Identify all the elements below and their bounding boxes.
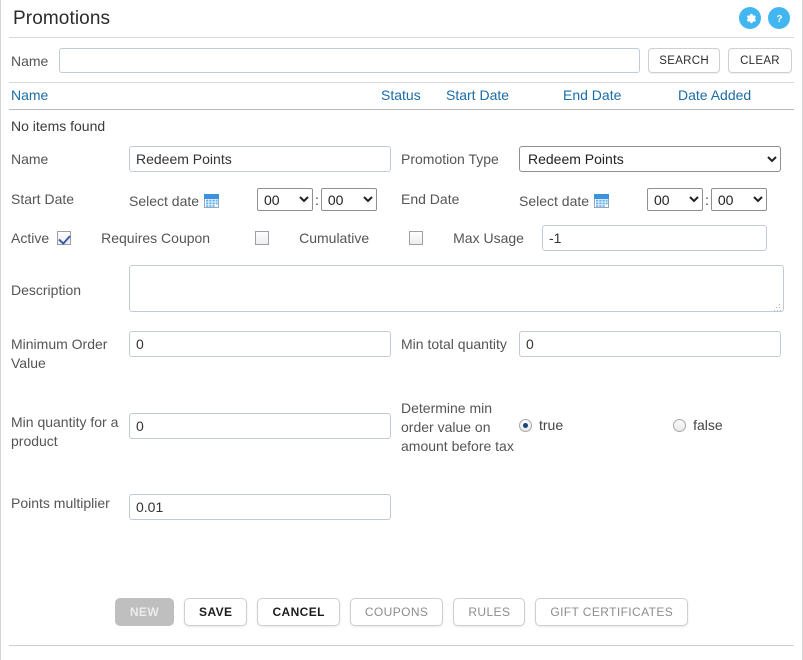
min-total-quantity-field-cell [519,331,785,357]
form-row-min-quantity: Min quantity for a product Determine min… [11,395,792,456]
search-label: Name [11,52,49,69]
promotion-type-field-cell: Redeem Points [519,146,785,172]
min-quantity-for-product-label: Min quantity for a product [11,414,119,449]
determine-min-order-before-tax-radio-group: true false [519,395,785,433]
end-date-picker[interactable]: Select date [519,186,647,211]
active-checkbox[interactable] [57,231,72,245]
requires-coupon-checkbox[interactable] [255,231,270,245]
min-total-quantity-input[interactable] [519,331,781,357]
calendar-icon[interactable] [204,193,220,208]
minimum-order-value-field-cell [129,331,401,357]
radio-false[interactable] [673,418,687,432]
start-time-group: 00 : 00 [257,186,377,211]
form-row-flags: Active Requires Coupon Cumulative Max Us… [11,225,792,251]
question-mark-icon[interactable]: ? [768,7,790,29]
form-row-points-multiplier: Points multiplier [11,480,792,520]
column-header-status[interactable]: Status [381,87,446,103]
promotion-type-select[interactable]: Redeem Points [519,146,781,172]
end-minute-select[interactable]: 00 [710,188,767,211]
form-row-name: Name Promotion Type Redeem Points [11,146,792,172]
gear-icon[interactable] [739,7,761,29]
end-date-label: End Date [401,191,460,207]
points-multiplier-label: Points multiplier [11,495,110,511]
column-header-date-added[interactable]: Date Added [678,87,788,103]
page-title: Promotions [13,7,111,29]
name-field-cell [129,146,401,172]
start-minute-select[interactable]: 00 [320,188,377,211]
form-row-min-order: Minimum Order Value Min total quantity [11,331,792,373]
points-multiplier-field-cell [129,480,401,520]
column-header-start-date[interactable]: Start Date [446,87,563,103]
coupons-button[interactable]: COUPONS [349,598,444,626]
active-label: Active [11,230,50,246]
page-header: Promotions ? [1,0,802,37]
min-quantity-for-product-input[interactable] [129,413,391,439]
save-button[interactable]: SAVE [184,598,248,626]
start-hour-select[interactable]: 00 [257,188,313,211]
search-input[interactable] [59,48,641,73]
gift-certificates-button[interactable]: GIFT CERTIFICATES [535,598,689,626]
column-header-end-date[interactable]: End Date [563,87,678,103]
name-label: Name [11,151,49,167]
form-row-description: Description [11,265,792,315]
max-usage-input[interactable] [541,225,767,251]
end-time-group: 00 : 00 [647,186,767,211]
requires-coupon-label: Requires Coupon [101,230,211,246]
determine-min-order-before-tax-label: Determine min order value on amount befo… [401,400,514,454]
start-date-picker[interactable]: Select date [129,186,257,211]
name-input[interactable] [129,146,391,172]
min-total-quantity-label: Min total quantity [401,336,507,352]
min-quantity-for-product-field-cell [129,395,401,439]
footer-divider [9,645,794,646]
start-date-label: Start Date [11,191,75,207]
end-date-field-cell: Select date 00: 00 [519,186,785,211]
rules-button[interactable]: RULES [453,598,526,626]
radio-true[interactable] [519,418,532,432]
max-usage-label: Max Usage [453,230,524,246]
description-textarea[interactable] [129,265,784,312]
column-header-name[interactable]: Name [11,87,381,103]
minimum-order-value-label: Minimum Order Value [11,336,108,371]
cumulative-label: Cumulative [299,230,370,246]
results-table-header: Name Status Start Date End Date Date Add… [1,83,802,109]
promotion-form: Name Promotion Type Redeem Points Start … [1,140,802,520]
clear-button[interactable]: CLEAR [728,48,792,73]
form-row-dates: Start Date Select date 00: 00 End Date … [11,186,792,211]
empty-results-message: No items found [11,118,106,134]
new-button[interactable]: NEW [114,598,175,626]
start-time-separator: : [315,191,319,208]
promotions-page: Promotions ? Name SEARCH CLEAR Name Stat… [0,0,803,660]
form-action-bar: NEW SAVE CANCEL COUPONS RULES GIFT CERTI… [1,598,802,626]
end-date-picker-text: Select date [519,192,590,209]
description-label: Description [11,282,82,298]
points-multiplier-input[interactable] [129,494,391,520]
header-icon-group: ? [739,7,790,29]
end-hour-select[interactable]: 00 [647,188,703,211]
search-bar: Name SEARCH CLEAR [1,38,802,82]
svg-text:?: ? [776,14,782,25]
promotion-type-label: Promotion Type [401,151,499,167]
start-date-picker-text: Select date [129,192,200,209]
search-button[interactable]: SEARCH [648,48,720,73]
calendar-icon[interactable] [594,193,610,208]
minimum-order-value-input[interactable] [129,331,391,357]
end-time-separator: : [705,191,709,208]
radio-false-label: false [693,417,723,433]
radio-true-label: true [539,417,564,433]
start-date-field-cell: Select date 00: 00 [129,186,401,211]
cumulative-checkbox[interactable] [409,231,424,245]
description-field-cell [129,265,784,315]
cancel-button[interactable]: CANCEL [257,598,340,626]
